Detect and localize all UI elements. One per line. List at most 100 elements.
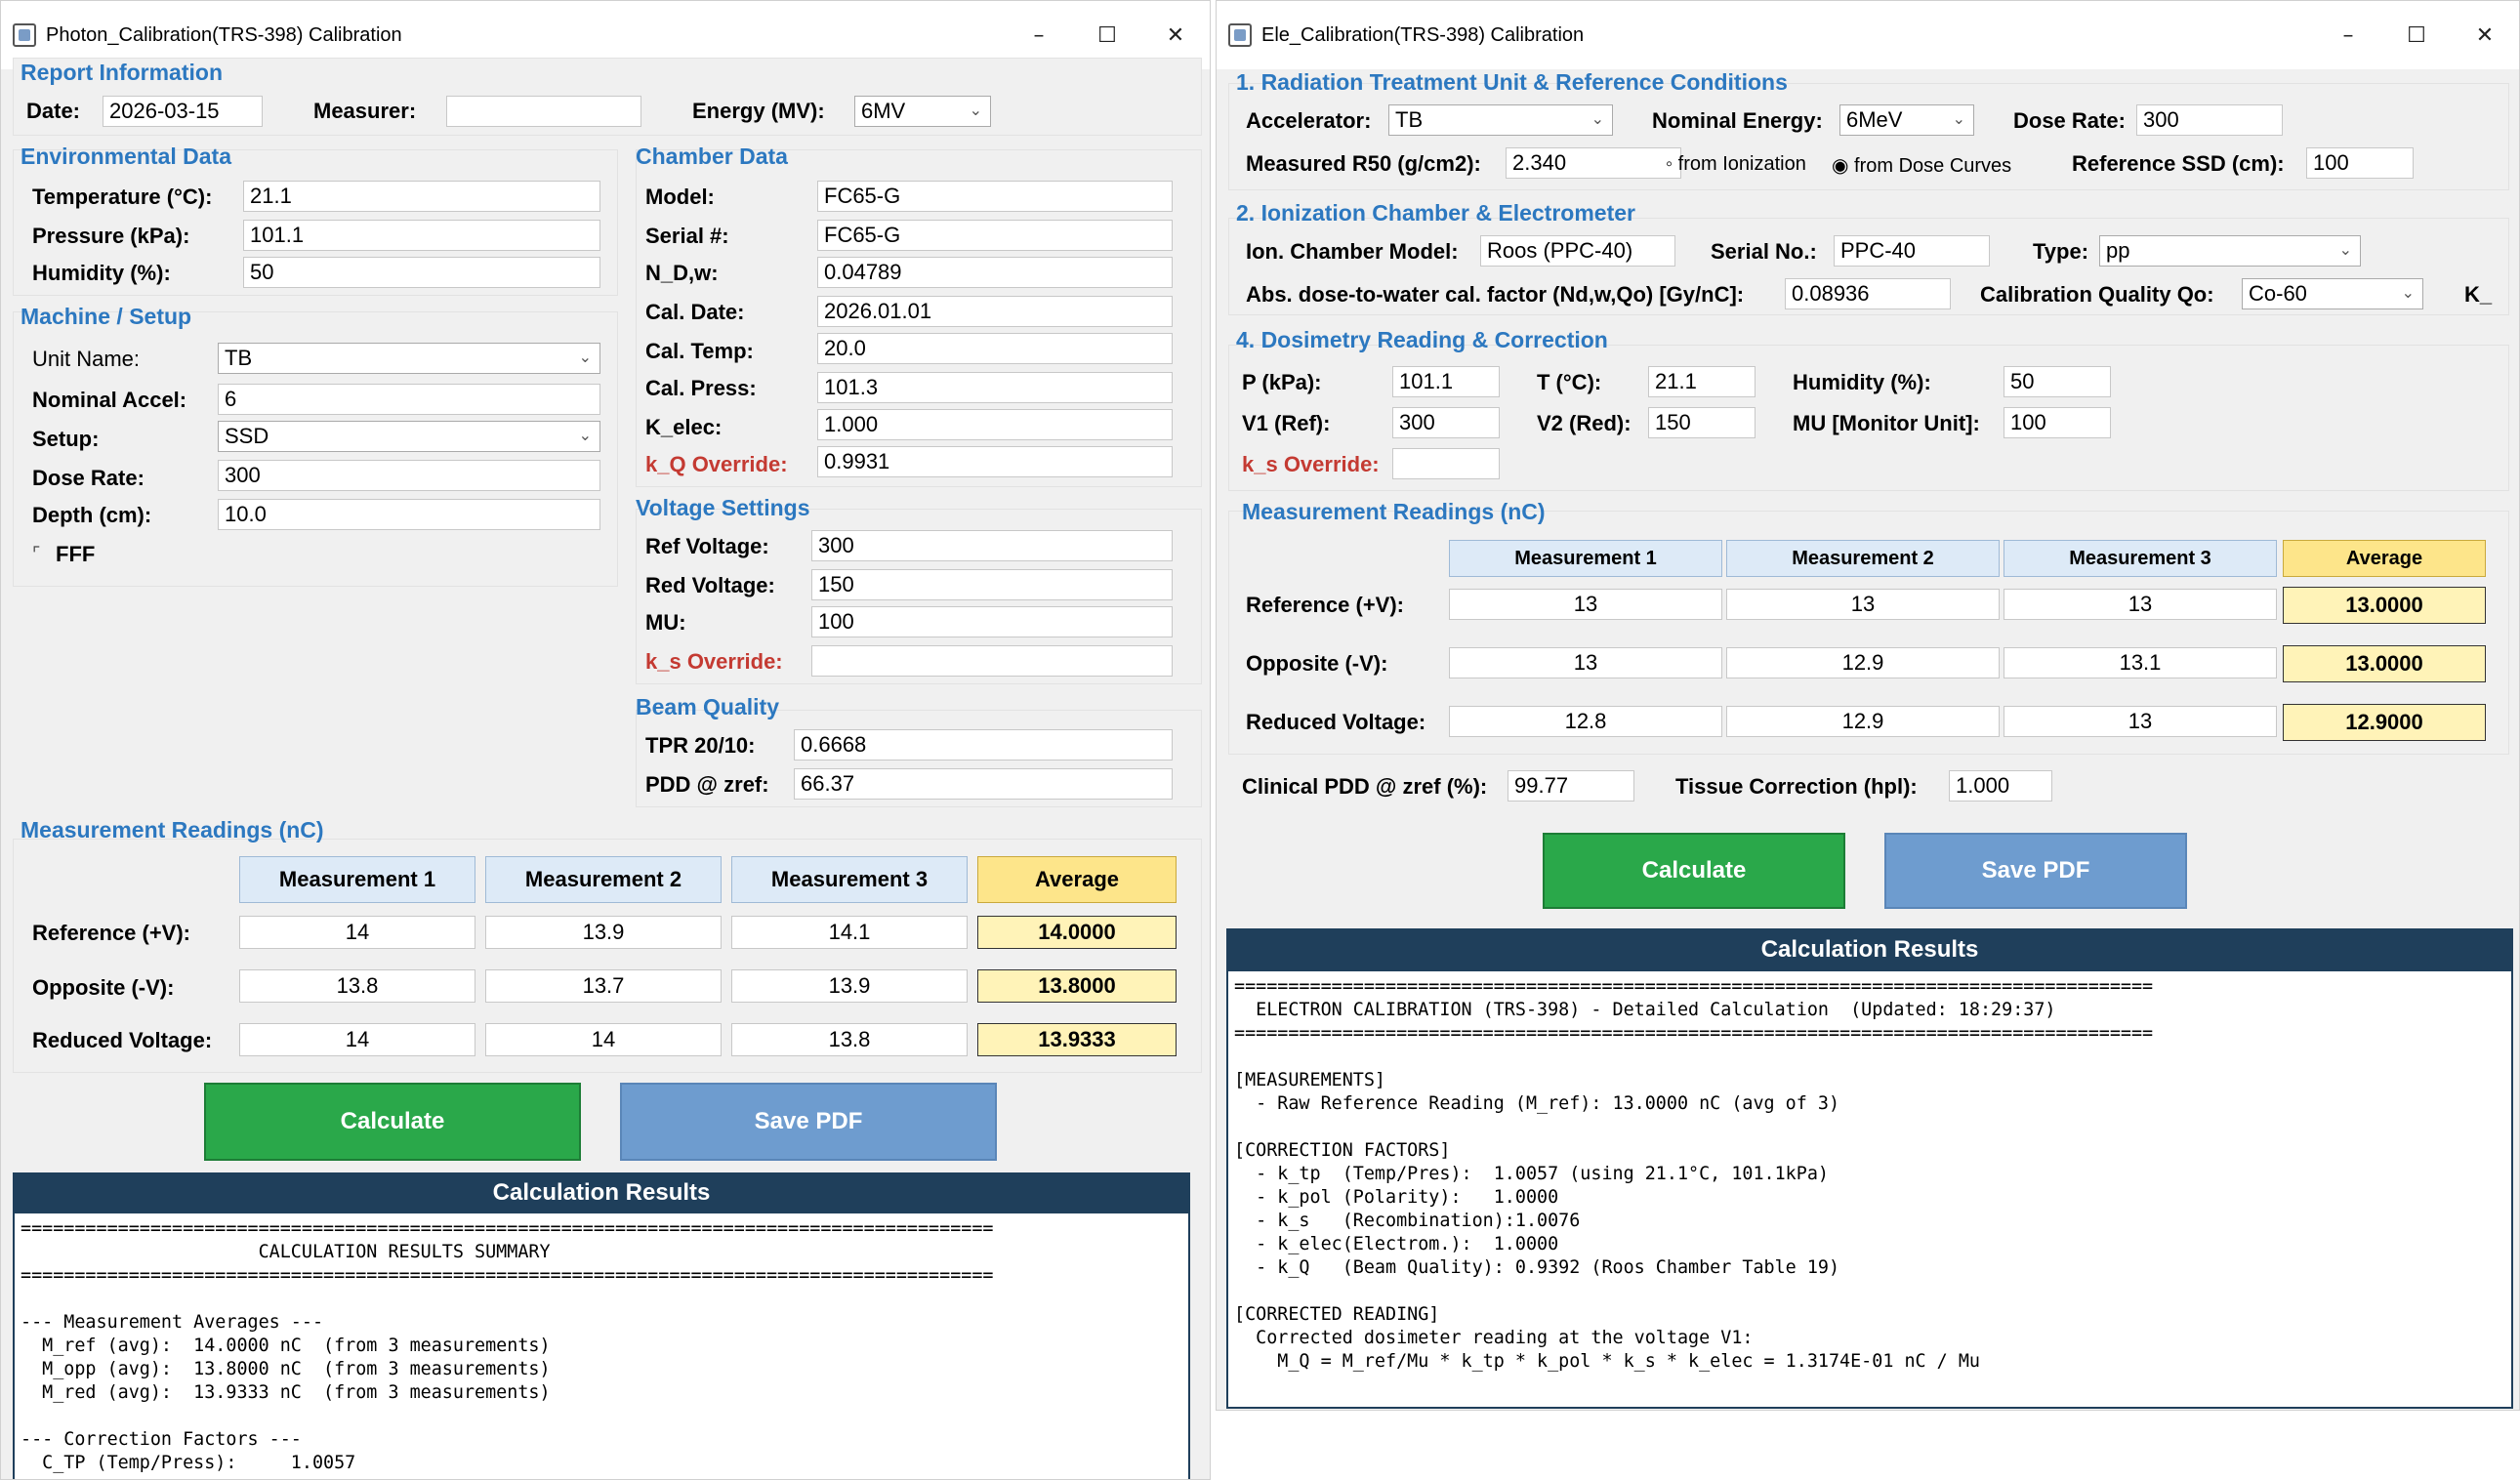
cal-temp-input[interactable]: 20.0 bbox=[817, 333, 1173, 364]
minimize-button[interactable]: – bbox=[1005, 23, 1073, 48]
v1-input[interactable]: 300 bbox=[1392, 407, 1500, 438]
calculate-button[interactable]: Calculate bbox=[1543, 833, 1845, 909]
reference-ssd-input[interactable]: 100 bbox=[2306, 147, 2414, 179]
cal-press-input[interactable]: 101.3 bbox=[817, 372, 1173, 403]
from-ionization-radio[interactable]: ◦ from Ionization bbox=[1666, 153, 1806, 176]
results-line: - k_Q (Beam Quality): 0.9392 (Roos Chamb… bbox=[1234, 1257, 1840, 1278]
reference-ssd-label: Reference SSD (cm): bbox=[2072, 151, 2285, 176]
reading-cell[interactable]: 13 bbox=[2004, 706, 2277, 737]
results-line: --- Measurement Averages --- bbox=[21, 1312, 324, 1333]
reading-cell[interactable]: 13 bbox=[1449, 589, 1722, 620]
pressure-input[interactable]: 101.1 bbox=[243, 220, 600, 251]
k-elec-label: K_elec: bbox=[645, 415, 723, 439]
temperature-input[interactable]: 21.1 bbox=[243, 181, 600, 212]
clinical-pdd-input[interactable]: 99.77 bbox=[1508, 770, 1634, 802]
tissue-correction-input[interactable]: 1.000 bbox=[1949, 770, 2052, 802]
dose-rate-input[interactable]: 300 bbox=[218, 460, 600, 491]
model-label: Model: bbox=[645, 185, 715, 209]
cal-date-input[interactable]: 2026.01.01 bbox=[817, 296, 1173, 327]
mu-input[interactable]: 100 bbox=[811, 606, 1173, 637]
maximize-button[interactable]: ☐ bbox=[2382, 23, 2451, 48]
ndw-label: Abs. dose-to-water cal. factor (Nd,w,Qo)… bbox=[1246, 282, 1745, 307]
energy-select[interactable]: 6MV ⌄ bbox=[854, 96, 991, 127]
reading-cell[interactable]: 13.1 bbox=[2004, 647, 2277, 678]
pressure-input[interactable]: 101.1 bbox=[1392, 366, 1500, 397]
kq-override-input[interactable]: 0.9931 bbox=[817, 446, 1173, 477]
setup-select[interactable]: SSD ⌄ bbox=[218, 421, 600, 452]
ion-chamber-model-input[interactable]: Roos (PPC-40) bbox=[1480, 235, 1675, 267]
unit-conditions-heading: 1. Radiation Treatment Unit & Reference … bbox=[1236, 69, 1788, 95]
ks-override-input[interactable] bbox=[811, 645, 1173, 677]
ndw-input[interactable]: 0.08936 bbox=[1785, 278, 1951, 309]
ref-voltage-label: Ref Voltage: bbox=[645, 534, 769, 558]
calculate-button[interactable]: Calculate bbox=[204, 1083, 581, 1161]
reading-cell[interactable]: 14 bbox=[239, 916, 475, 949]
chamber-data-heading: Chamber Data bbox=[636, 144, 788, 169]
reading-cell[interactable]: 14 bbox=[485, 1023, 722, 1056]
close-button[interactable]: ✕ bbox=[1141, 23, 1210, 48]
tpr-input[interactable]: 0.6668 bbox=[794, 729, 1173, 761]
cal-temp-label: Cal. Temp: bbox=[645, 339, 754, 363]
fff-checkbox[interactable]: ⌜ bbox=[32, 544, 40, 564]
k-elec-input[interactable]: 1.000 bbox=[817, 409, 1173, 440]
reading-cell[interactable]: 13.8 bbox=[731, 1023, 968, 1056]
calibration-quality-select[interactable]: Co-60 ⌄ bbox=[2242, 278, 2423, 309]
results-heading: Calculation Results bbox=[1226, 928, 2513, 971]
reading-cell[interactable]: 13 bbox=[1726, 589, 2000, 620]
ks-override-input[interactable] bbox=[1392, 448, 1500, 479]
measurer-input[interactable] bbox=[446, 96, 641, 127]
r50-input[interactable]: 2.340 bbox=[1506, 147, 1681, 179]
pdd-input[interactable]: 66.37 bbox=[794, 768, 1173, 800]
results-output[interactable]: ========================================… bbox=[13, 1213, 1190, 1479]
k-label-truncated: K_ bbox=[2464, 282, 2493, 307]
type-select[interactable]: pp ⌄ bbox=[2099, 235, 2361, 267]
from-dose-curves-radio[interactable]: ◉ from Dose Curves bbox=[1832, 153, 2011, 178]
reading-cell[interactable]: 14.1 bbox=[731, 916, 968, 949]
results-line bbox=[1234, 1280, 2511, 1303]
measurement-readings-heading: Measurement Readings (nC) bbox=[21, 817, 324, 843]
results-line: ========================================… bbox=[1234, 1023, 2154, 1044]
reading-cell[interactable]: 12.9 bbox=[1726, 706, 2000, 737]
humidity-input[interactable]: 50 bbox=[2004, 366, 2111, 397]
save-pdf-button[interactable]: Save PDF bbox=[620, 1083, 997, 1161]
temperature-input[interactable]: 21.1 bbox=[1648, 366, 1756, 397]
dose-rate-input[interactable]: 300 bbox=[2136, 104, 2283, 136]
close-button[interactable]: ✕ bbox=[2451, 23, 2519, 48]
reading-cell[interactable]: 13.9 bbox=[731, 969, 968, 1003]
reading-cell[interactable]: 13.8 bbox=[239, 969, 475, 1003]
title-bar: Ele_Calibration(TRS-398) Calibration – ☐… bbox=[1217, 1, 2519, 69]
nominal-accel-input[interactable]: 6 bbox=[218, 384, 600, 415]
ndw-input[interactable]: 0.04789 bbox=[817, 257, 1173, 288]
maximize-button[interactable]: ☐ bbox=[1073, 23, 1141, 48]
red-voltage-input[interactable]: 150 bbox=[811, 569, 1173, 600]
accelerator-select[interactable]: TB ⌄ bbox=[1388, 104, 1613, 136]
v2-input[interactable]: 150 bbox=[1648, 407, 1756, 438]
reading-cell[interactable]: 13 bbox=[1449, 647, 1722, 678]
depth-input[interactable]: 10.0 bbox=[218, 499, 600, 530]
save-pdf-button[interactable]: Save PDF bbox=[1884, 833, 2187, 909]
serial-no-input[interactable]: PPC-40 bbox=[1834, 235, 1990, 267]
results-output[interactable]: ========================================… bbox=[1226, 971, 2513, 1409]
serial-input[interactable]: FC65-G bbox=[817, 220, 1173, 251]
ref-voltage-input[interactable]: 300 bbox=[811, 530, 1173, 561]
row-label-opposite: Opposite (-V): bbox=[32, 975, 175, 1000]
results-line: M_ref (avg): 14.0000 nC (from 3 measurem… bbox=[21, 1336, 551, 1356]
reading-cell[interactable]: 12.8 bbox=[1449, 706, 1722, 737]
mu-input[interactable]: 100 bbox=[2004, 407, 2111, 438]
nominal-energy-select[interactable]: 6MeV ⌄ bbox=[1839, 104, 1974, 136]
unit-name-select[interactable]: TB ⌄ bbox=[218, 343, 600, 374]
app-icon bbox=[13, 23, 36, 47]
reading-cell[interactable]: 13.7 bbox=[485, 969, 722, 1003]
reading-cell[interactable]: 14 bbox=[239, 1023, 475, 1056]
report-info-heading: Report Information bbox=[21, 60, 223, 85]
reading-cell[interactable]: 13.9 bbox=[485, 916, 722, 949]
date-input[interactable]: 2026-03-15 bbox=[103, 96, 263, 127]
model-input[interactable]: FC65-G bbox=[817, 181, 1173, 212]
reading-cell[interactable]: 12.9 bbox=[1726, 647, 2000, 678]
measurer-label: Measurer: bbox=[313, 99, 417, 123]
reading-cell[interactable]: 13 bbox=[2004, 589, 2277, 620]
humidity-input[interactable]: 50 bbox=[243, 257, 600, 288]
depth-label: Depth (cm): bbox=[32, 503, 152, 527]
minimize-button[interactable]: – bbox=[2314, 23, 2382, 48]
from-ionization-label: from Ionization bbox=[1677, 153, 1806, 175]
